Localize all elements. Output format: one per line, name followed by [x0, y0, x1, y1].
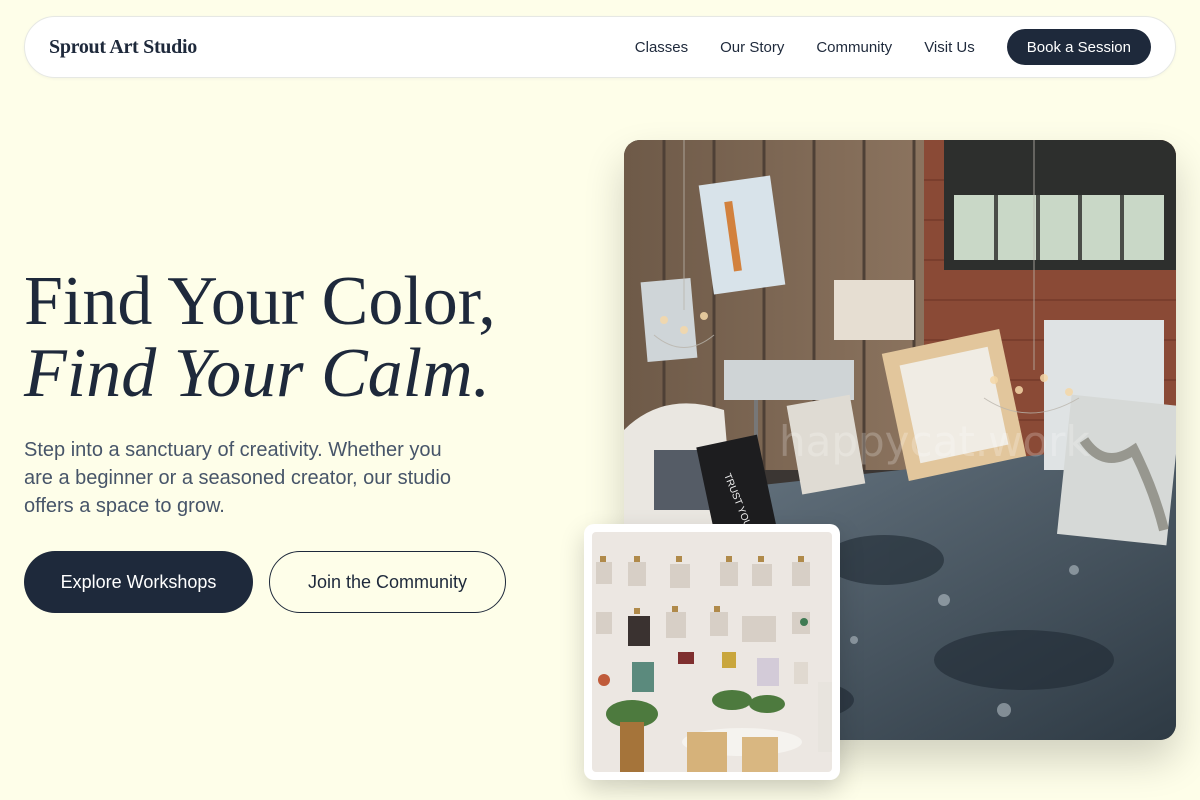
navbar: Sprout Art Studio Classes Our Story Comm…: [24, 16, 1176, 78]
hero-subtitle: Step into a sanctuary of creativity. Whe…: [24, 439, 451, 517]
gallery-photo: [592, 532, 832, 772]
book-session-button[interactable]: Book a Session: [1006, 29, 1151, 65]
join-community-button[interactable]: Join the Community: [269, 551, 506, 613]
hero-title-line-1: Find Your Color,: [24, 263, 496, 340]
photo-watermark: happycat.work: [779, 417, 1090, 466]
hero-title: Find Your Color, Find Your Calm.: [24, 266, 584, 410]
nav-links: Classes Our Story Community Visit Us Boo…: [635, 29, 1151, 65]
explore-workshops-button[interactable]: Explore Workshops: [24, 551, 253, 613]
gallery-photo-card: [584, 524, 840, 780]
nav-link-community[interactable]: Community: [816, 39, 892, 56]
nav-link-visit-us[interactable]: Visit Us: [924, 39, 975, 56]
hero-title-line-2: Find Your Calm.: [24, 335, 491, 412]
page: Sprout Art Studio Classes Our Story Comm…: [0, 0, 1200, 800]
nav-link-classes[interactable]: Classes: [635, 39, 688, 56]
nav-link-our-story[interactable]: Our Story: [720, 39, 784, 56]
brand-logo[interactable]: Sprout Art Studio: [49, 36, 197, 59]
gallery-photo-illustration: [592, 532, 832, 772]
